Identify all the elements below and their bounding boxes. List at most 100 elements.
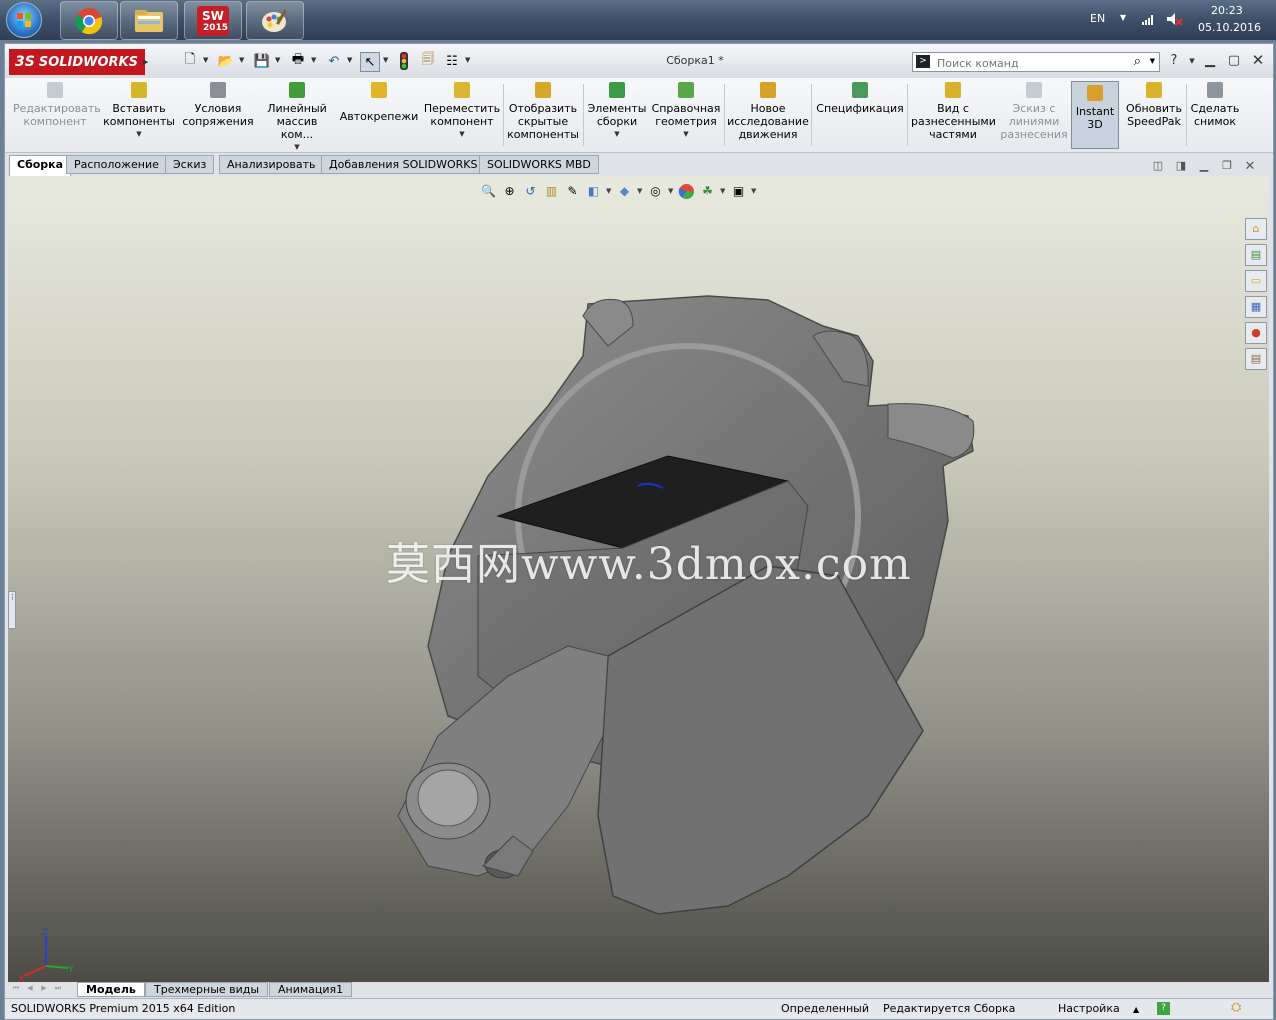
language-indicator[interactable]: EN [1090,12,1105,25]
linear-pattern-button[interactable]: Линейный массив ком... ▼ [259,82,335,151]
mate-paperclip-icon [210,82,226,98]
view-palette-icon[interactable]: ▦ [1245,296,1267,318]
taskbar-explorer-button[interactable] [120,1,178,40]
taskbar-solidworks-button[interactable]: SW 2015 [184,1,242,40]
explode-line-sketch-button[interactable]: Эскиз с линиями разнесения [999,82,1069,150]
insert-components-dropdown-icon[interactable]: ▼ [101,128,177,141]
rebuild-status-icon[interactable]: ⛭ [1231,1000,1241,1015]
start-button[interactable] [4,1,44,38]
smart-fasteners-button[interactable]: Автокрепежи [339,82,419,150]
move-component-button[interactable]: Переместить компонент ▼ [423,82,501,150]
clock-date[interactable]: 05.10.2016 [1198,21,1261,34]
tray-expand-icon[interactable]: ▼ [1120,13,1126,22]
bill-of-materials-icon [852,82,868,98]
volume-muted-icon[interactable] [1165,10,1183,28]
save-icon[interactable]: 💾 [253,52,271,70]
last-tab-icon[interactable]: ⏭ [53,984,63,995]
insert-components-button[interactable]: Вставить компоненты ▼ [101,82,177,150]
close-icon[interactable]: ✕ [1249,51,1267,69]
undo-icon[interactable]: ↶ [325,52,343,70]
options-dropdown-icon[interactable]: ▼ [465,56,470,64]
custom-properties-icon[interactable]: ▤ [1245,348,1267,370]
tab-assembly[interactable]: Сборка [9,155,72,176]
solidworks-logo[interactable]: 3S SOLIDWORKS [9,49,145,75]
appearances-icon[interactable]: ● [1245,322,1267,344]
quick-tips-icon[interactable]: ? [1157,1002,1170,1015]
edit-component-button[interactable]: Редактировать компонент [13,82,101,150]
reference-geometry-button[interactable]: Справочная геометрия ▼ [651,82,721,150]
undo-dropdown-icon[interactable]: ▼ [347,56,352,64]
tab-animation1[interactable]: Анимация1 [269,982,353,997]
file-properties-icon[interactable]: 🗐 [419,52,437,70]
ribbon-separator [724,84,725,146]
viewport-tile-icon[interactable]: ◫ [1151,159,1165,173]
folder-icon [135,9,163,32]
paint-icon [262,9,287,32]
tab-layout[interactable]: Расположение [66,155,167,174]
tab-3d-views[interactable]: Трехмерные виды [145,982,269,997]
viewport-restore-icon[interactable]: ❐ [1220,159,1234,173]
tab-evaluate[interactable]: Анализировать [219,155,324,174]
tab-model[interactable]: Модель [77,982,145,997]
tab-solidworks-addins[interactable]: Добавления SOLIDWORKS [321,155,486,174]
units-dropdown-icon[interactable]: ▲ [1133,1005,1139,1014]
open-dropdown-icon[interactable]: ▼ [239,56,244,64]
take-snapshot-button[interactable]: Сделать снимок [1189,82,1241,150]
select-cursor-icon[interactable]: ↖ [360,52,380,72]
assembly-features-button[interactable]: Элементы сборки ▼ [585,82,649,150]
bill-of-materials-button[interactable]: Спецификация [815,82,905,150]
command-search[interactable]: > ⌕ ▼ [912,52,1160,72]
status-units[interactable]: Настройка [1058,1002,1120,1015]
taskbar-paint-button[interactable] [246,1,304,40]
feature-manager-expand-handle[interactable]: ⋮ [8,591,16,629]
previous-tab-icon[interactable]: ◀ [25,984,35,995]
select-dropdown-icon[interactable]: ▼ [383,56,388,64]
maximize-icon[interactable]: ▢ [1225,53,1243,69]
edit-component-icon [47,82,63,98]
task-pane: ⌂ ▤ ▭ ▦ ● ▤ [1245,218,1267,374]
show-hidden-components-button[interactable]: Отобразить скрытые компоненты [505,82,581,150]
mate-button[interactable]: Условия сопряжения [180,82,256,150]
taskbar-chrome-button[interactable] [60,1,118,40]
design-library-icon[interactable]: ▤ [1245,244,1267,266]
clock-time[interactable]: 20:23 [1211,4,1243,17]
tab-sketch[interactable]: Эскиз [165,155,215,174]
linear-pattern-dropdown-icon[interactable]: ▼ [259,141,335,154]
open-folder-icon[interactable]: 📂 [217,52,235,70]
minimize-icon[interactable]: ▁ [1201,53,1219,69]
exploded-view-button[interactable]: Вид с разнесенными частями [911,82,996,150]
network-signal-icon[interactable] [1141,12,1157,26]
search-input[interactable] [935,54,1129,72]
reference-triad[interactable]: Z Y X [16,924,76,982]
instant-3d-button[interactable]: Instant 3D [1071,81,1119,149]
command-manager-tabs: Сборка Расположение Эскиз Анализировать … [5,154,1273,176]
save-dropdown-icon[interactable]: ▼ [275,56,280,64]
file-explorer-icon[interactable]: ▭ [1245,270,1267,292]
print-icon[interactable]: 🖶 [289,52,307,70]
graphics-area[interactable]: 🔍 ⊕ ↺ ▥ ✎ ◧ ▼ ◆ ▼ ◎ ▼ ☘ ▼ ▣ ▼ 莫西网www.3dm… [8,176,1269,982]
status-editing: Редактируется Сборка [883,1002,1016,1015]
ribbon-separator [1186,84,1187,146]
move-component-dropdown-icon[interactable]: ▼ [423,128,501,141]
new-dropdown-icon[interactable]: ▼ [203,56,208,64]
help-dropdown-icon[interactable]: ▼ [1183,57,1201,73]
new-document-icon[interactable]: 🗋 [181,52,199,70]
help-icon[interactable]: ? [1165,53,1183,69]
viewport-minimize-icon[interactable]: ▁ [1197,159,1211,173]
tab-solidworks-mbd[interactable]: SOLIDWORKS MBD [479,155,599,174]
reference-geometry-dropdown-icon[interactable]: ▼ [651,128,721,141]
options-icon[interactable]: ☷ [443,52,461,70]
menu-pin-icon[interactable]: ▶ [143,58,148,66]
home-icon[interactable]: ⌂ [1245,218,1267,240]
assembly-features-dropdown-icon[interactable]: ▼ [585,128,649,141]
rebuild-traffic-light-icon[interactable] [399,52,409,70]
search-icon[interactable]: ⌕ [1134,54,1141,69]
viewport-split-icon[interactable]: ◨ [1174,159,1188,173]
print-dropdown-icon[interactable]: ▼ [311,56,316,64]
update-speedpak-button[interactable]: Обновить SpeedPak [1123,82,1185,150]
new-motion-study-button[interactable]: Новое исследование движения [727,82,809,150]
first-tab-icon[interactable]: ⏮ [11,984,21,995]
next-tab-icon[interactable]: ▶ [39,984,49,995]
viewport-close-icon[interactable]: ✕ [1243,159,1257,174]
search-dropdown-icon[interactable]: ▼ [1150,57,1155,65]
